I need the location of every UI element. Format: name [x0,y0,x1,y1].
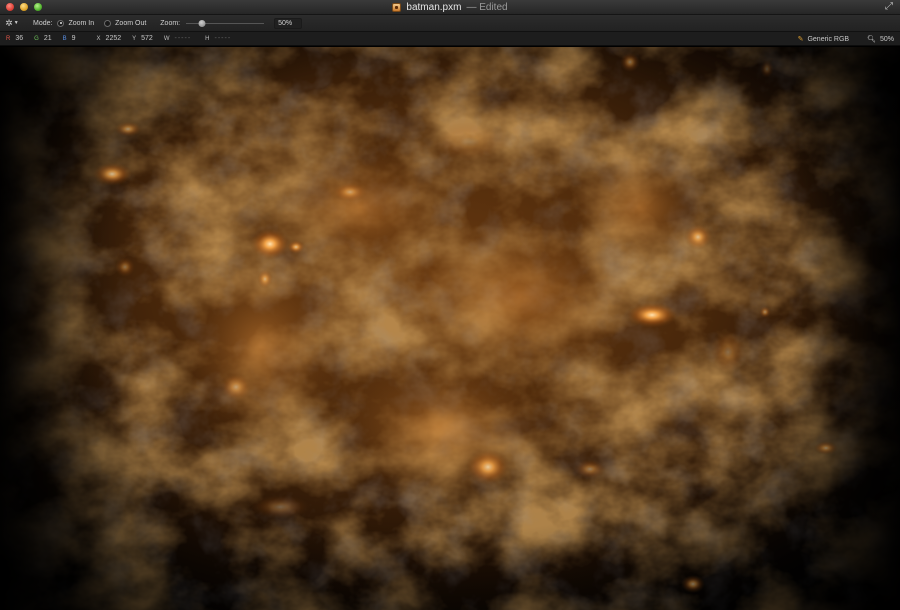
vignette [0,47,900,610]
image-canvas[interactable] [0,47,900,610]
color-profile-name[interactable]: Generic RGB [807,36,849,43]
zoom-in-label[interactable]: Zoom In [68,20,94,27]
zoom-slider[interactable] [186,19,265,27]
red-key: R [6,35,11,42]
zoom-label: Zoom: [160,19,181,27]
fullscreen-icon[interactable]: ⤢ [885,2,895,12]
blue-value: 9 [71,35,76,42]
y-value: 572 [141,35,153,42]
gear-icon: ✲ [5,17,13,28]
height-key: H [205,35,210,42]
mode-label: Mode: [33,19,53,27]
title-bar: batman.pxm — Edited ⤢ [0,0,900,15]
x-key: X [96,35,101,42]
document-name: batman.pxm [406,2,462,13]
red-value: 36 [15,35,24,42]
blue-key: B [62,35,67,42]
zoom-out-radio[interactable] [104,19,112,27]
y-key: Y [132,35,137,42]
chevron-down-icon: ▼ [13,20,19,26]
document-icon [392,3,402,12]
nebula-image [0,47,900,610]
zoom-readout[interactable]: 50% [880,36,894,43]
height-value: ----- [214,35,232,42]
tool-options-bar: ✲ ▼ Mode: Zoom In Zoom Out Zoom: 50% [0,15,900,32]
color-profile-icon: ✎ [797,36,804,43]
info-bar-right: ✎ Generic RGB 🔍︎ 50% [798,32,894,46]
edited-status: — Edited [466,2,508,13]
window-title: batman.pxm — Edited [0,0,900,15]
zoom-value-field[interactable]: 50% [274,17,303,29]
width-key: W [163,35,170,42]
green-value: 21 [43,35,52,42]
width-value: ----- [174,35,192,42]
zoom-in-radio[interactable] [57,19,65,27]
info-bar: R 36 G 21 B 9 X 2252 Y 572 W ----- H ---… [0,32,900,46]
zoom-out-label[interactable]: Zoom Out [115,20,146,27]
magnifier-icon: 🔍︎ [867,36,876,43]
green-key: G [34,35,39,42]
tool-menu-button[interactable]: ✲ ▼ [5,17,19,29]
x-value: 2252 [105,35,122,42]
zoom-slider-knob[interactable] [198,19,206,27]
